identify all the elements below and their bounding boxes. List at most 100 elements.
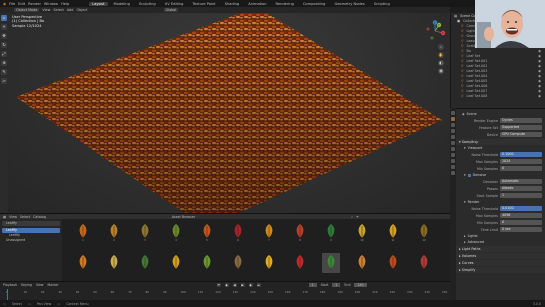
world-tab-icon[interactable]	[451, 141, 455, 145]
tab-animation[interactable]: Animation	[245, 2, 269, 6]
visibility-eye-icon[interactable]: ◉	[538, 79, 541, 83]
asset-leaf-thumbnail[interactable]: 1	[74, 222, 92, 242]
render-max-samples-field[interactable]: 4096	[500, 213, 542, 218]
menu-tl-view[interactable]: View	[36, 283, 44, 287]
asset-leaf-thumbnail[interactable]: 9	[322, 222, 340, 242]
annotate-icon[interactable]: ✎	[1, 69, 7, 75]
max-samples-field[interactable]: 1024	[500, 159, 542, 164]
visibility-eye-icon[interactable]: ◉	[538, 54, 541, 58]
visibility-eye-icon[interactable]: ◉	[538, 49, 541, 53]
play-reverse-icon[interactable]: ◀	[232, 283, 237, 287]
asset-leaf-thumbnail[interactable]: 12	[415, 222, 433, 242]
menu-select[interactable]: Select	[53, 8, 63, 12]
asset-leaf-thumbnail[interactable]: 8	[291, 222, 309, 242]
editor-type-icon[interactable]: ▦	[3, 215, 6, 219]
tab-rendering[interactable]: Rendering	[273, 2, 297, 6]
visibility-eye-icon[interactable]: ◉	[538, 94, 541, 98]
visibility-eye-icon[interactable]: ◉	[538, 89, 541, 93]
asset-leaf-thumbnail[interactable]: 2	[105, 222, 123, 242]
rotate-icon[interactable]: ↻	[1, 42, 7, 48]
visibility-eye-icon[interactable]: ◉	[538, 69, 541, 73]
scene-tab-icon[interactable]	[451, 135, 455, 139]
move-icon[interactable]: ✥	[1, 33, 7, 39]
end-frame-field[interactable]: 250	[354, 283, 367, 287]
modifier-tab-icon[interactable]	[451, 153, 455, 157]
passes-dropdown[interactable]: Albedo	[500, 186, 542, 191]
measure-icon[interactable]: ▱	[1, 78, 7, 84]
jump-start-icon[interactable]: ⏮	[216, 283, 221, 287]
render-engine-dropdown[interactable]: Cycles	[500, 118, 542, 123]
asset-leaf-thumbnail[interactable]: 6	[229, 222, 247, 242]
ab-filter-icon[interactable]: ⏷	[356, 215, 359, 219]
asset-leaf-thumbnail[interactable]	[260, 253, 278, 273]
library-dropdown[interactable]: Leafify	[2, 221, 60, 226]
render-tab-icon[interactable]	[451, 117, 455, 121]
menu-edit[interactable]: Edit	[18, 2, 25, 6]
particles-tab-icon[interactable]	[451, 159, 455, 163]
outliner-item[interactable]: ▽ Leaf Set.008 ◉	[451, 93, 545, 98]
denoiser-dropdown[interactable]: Automatic	[500, 179, 542, 184]
start-sample-field[interactable]: 1	[500, 193, 542, 198]
asset-leaf-thumbnail[interactable]: 7	[260, 222, 278, 242]
visibility-eye-icon[interactable]: ◉	[538, 59, 541, 63]
transform-icon[interactable]: ⊕	[1, 60, 7, 66]
volumes-section[interactable]: ▸ Volumes	[451, 253, 545, 259]
menu-view[interactable]: View	[42, 8, 50, 12]
menu-playback[interactable]: Playback	[3, 283, 17, 287]
min-samples-field[interactable]: 0	[500, 166, 542, 171]
asset-leaf-thumbnail[interactable]	[136, 253, 154, 273]
zoom-icon[interactable]: ⌕	[438, 44, 444, 50]
menu-add[interactable]: Add	[67, 8, 74, 12]
catalog-item-unassigned[interactable]: Unassigned	[2, 238, 60, 243]
tab-scripting[interactable]: Scripting	[371, 2, 393, 6]
grid-icon[interactable]: ▦	[438, 68, 444, 74]
tab-uv-editing[interactable]: UV Editing	[162, 2, 187, 6]
material-tab-icon[interactable]	[451, 171, 455, 175]
menu-keying[interactable]: Keying	[21, 283, 32, 287]
tab-compositing[interactable]: Compositing	[300, 2, 329, 6]
view-layer-tab-icon[interactable]	[451, 129, 455, 133]
time-limit-field[interactable]: 0 sec	[500, 227, 542, 232]
prev-key-icon[interactable]: ◆	[224, 283, 229, 287]
physics-tab-icon[interactable]	[451, 165, 455, 169]
asset-leaf-thumbnail[interactable]: 3	[136, 222, 154, 242]
tab-geometry-nodes[interactable]: Geometry Nodes	[331, 2, 367, 6]
menu-render[interactable]: Render	[28, 2, 41, 6]
noise-threshold-field[interactable]: 0.1000	[500, 152, 542, 157]
render-min-samples-field[interactable]: 0	[500, 220, 542, 225]
menu-ab-view[interactable]: View	[9, 215, 17, 219]
cursor-icon[interactable]: +	[1, 24, 7, 30]
asset-leaf-thumbnail[interactable]	[353, 253, 371, 273]
asset-leaf-thumbnail[interactable]: 5	[198, 222, 216, 242]
asset-leaf-thumbnail[interactable]: 11	[384, 222, 402, 242]
navigation-gizmo[interactable]: X Y Z	[424, 20, 446, 42]
menu-ab-catalog[interactable]: Catalog	[33, 215, 46, 219]
visibility-eye-icon[interactable]: ◉	[538, 74, 541, 78]
advanced-section[interactable]: ▸ Advanced	[451, 239, 545, 245]
3d-viewport[interactable]	[8, 13, 450, 213]
tab-layout[interactable]: Layout	[89, 1, 108, 6]
jump-end-icon[interactable]: ⏭	[256, 283, 261, 287]
next-key-icon[interactable]: ◆	[248, 283, 253, 287]
asset-leaf-thumbnail[interactable]	[291, 253, 309, 273]
tab-shading[interactable]: Shading	[222, 2, 243, 6]
denoise-checkbox[interactable]	[467, 173, 471, 177]
start-frame-field[interactable]: 1	[332, 283, 341, 287]
light-paths-section[interactable]: ▸ Light Paths	[451, 246, 545, 252]
asset-leaf-thumbnail[interactable]	[384, 253, 402, 273]
tool-tab-icon[interactable]	[451, 111, 455, 115]
select-box-icon[interactable]: ▫	[1, 15, 7, 21]
device-dropdown[interactable]: GPU Compute	[500, 132, 542, 137]
output-tab-icon[interactable]	[451, 123, 455, 127]
pan-hand-icon[interactable]: ✋	[438, 52, 444, 58]
tab-modeling[interactable]: Modeling	[111, 2, 133, 6]
object-tab-icon[interactable]	[451, 147, 455, 151]
menu-window[interactable]: Window	[44, 2, 58, 6]
menu-ab-select[interactable]: Select	[20, 215, 30, 219]
asset-leaf-thumbnail[interactable]	[198, 253, 216, 273]
tab-texture-paint[interactable]: Texture Paint	[189, 2, 218, 6]
camera-view-icon[interactable]: ◧	[438, 60, 444, 66]
asset-leaf-thumbnail[interactable]	[229, 253, 247, 273]
asset-leaf-thumbnail[interactable]	[415, 253, 433, 273]
scale-icon[interactable]: ⤢	[1, 51, 7, 57]
